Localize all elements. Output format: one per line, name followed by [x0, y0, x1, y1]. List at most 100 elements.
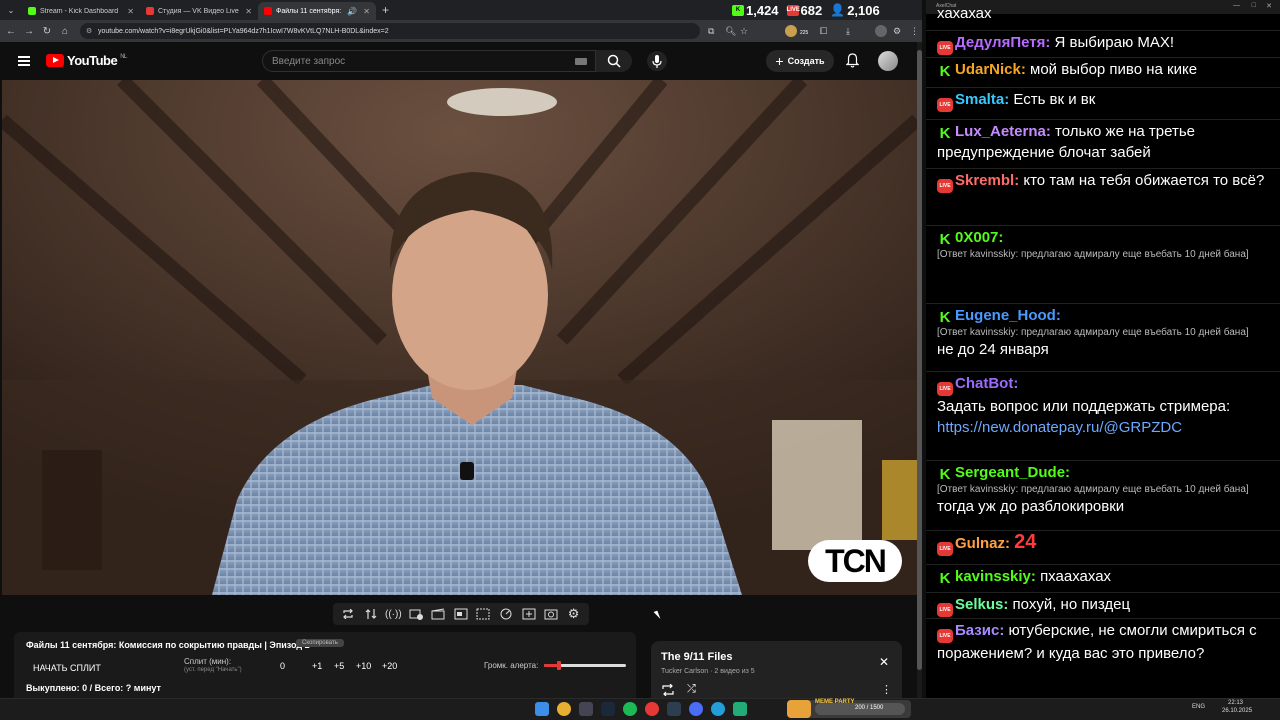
add-1-button[interactable]: +1 — [312, 661, 322, 671]
close-tab-icon[interactable]: ✕ — [127, 7, 134, 16]
chat-username[interactable]: UdarNick: — [955, 61, 1026, 78]
chat-username[interactable]: Lux_Aeterna: — [955, 123, 1051, 140]
chat-text: кто там на тебя обижается то всё? — [1023, 172, 1265, 189]
meme-party-widget[interactable]: MEME PARTY 200 / 1500 — [787, 699, 911, 718]
app-icon[interactable] — [667, 702, 681, 716]
chat-separator — [926, 530, 1280, 531]
tab-vk[interactable]: Студия — VK Видео Live ✕ — [140, 2, 258, 20]
explorer-icon[interactable] — [579, 702, 593, 716]
more-icon[interactable]: ⋮ — [881, 683, 892, 696]
video-settings-icon[interactable] — [409, 608, 423, 620]
profile-avatar[interactable] — [875, 25, 887, 37]
reload-icon[interactable]: ↻ — [40, 26, 54, 37]
download-icon[interactable]: ⤓ — [846, 26, 850, 37]
volume-slider[interactable] — [544, 661, 626, 670]
playlist-title[interactable]: The 9/11 Files — [661, 651, 733, 663]
screenshot-icon[interactable] — [544, 608, 558, 620]
chat-username[interactable]: Eugene_Hood: — [955, 307, 1061, 324]
keyboard-icon[interactable] — [575, 58, 587, 65]
telegram-icon[interactable] — [711, 702, 725, 716]
add-5-button[interactable]: +5 — [334, 661, 344, 671]
install-icon[interactable]: ⧉ — [708, 26, 714, 37]
chat-username[interactable]: kavinsskiy: — [955, 568, 1036, 585]
audio-icon[interactable]: 🔊 — [347, 7, 357, 16]
back-icon[interactable]: ← — [4, 26, 18, 37]
search-button[interactable] — [596, 50, 632, 72]
chrome-icon[interactable] — [557, 702, 571, 716]
account-avatar[interactable] — [878, 51, 898, 71]
pip-icon[interactable] — [454, 608, 468, 620]
clock-time[interactable]: 22:13 — [1228, 700, 1243, 706]
language-indicator[interactable]: ENG — [1192, 704, 1205, 710]
shuffle-icon[interactable]: ⤮ — [687, 683, 696, 696]
youtube-logo[interactable]: YouTube NL — [46, 53, 127, 68]
settings-icon[interactable]: ⚙ — [893, 26, 901, 37]
new-tab-button[interactable]: + — [382, 3, 389, 17]
url-field[interactable]: ⚙ youtube.com/watch?v=i8egrUkjGi0&list=P… — [80, 23, 700, 39]
add-10-button[interactable]: +10 — [356, 661, 371, 671]
puzzle-icon[interactable]: ⧠ — [820, 26, 827, 37]
clock-date[interactable]: 26.10.2025 — [1222, 708, 1252, 714]
chat-text: Есть вк и вк — [1013, 91, 1096, 108]
close-tab-icon[interactable]: ✕ — [245, 7, 252, 16]
zoom-icon[interactable]: 🔍︎ — [725, 26, 736, 37]
start-split-button[interactable]: НАЧАТЬ СПЛИТ — [28, 659, 106, 677]
scroll-thumb[interactable] — [917, 50, 922, 670]
tab-youtube[interactable]: Файлы 11 сентября: Комис 🔊 ✕ — [258, 2, 376, 20]
chat-separator — [926, 564, 1280, 565]
chat-username[interactable]: Smalta: — [955, 91, 1009, 108]
video-player[interactable]: TCN — [2, 80, 917, 595]
total-viewers-value: 2,106 — [847, 2, 880, 18]
create-button[interactable]: + Создать — [766, 50, 834, 72]
tab-kick[interactable]: Stream - Kick Dashboard ✕ — [22, 2, 140, 20]
chat-username[interactable]: Gulnaz: — [955, 535, 1010, 552]
hamburger-menu-icon[interactable] — [18, 56, 30, 66]
clapper-icon[interactable] — [431, 608, 445, 620]
sort-icon[interactable] — [364, 608, 378, 620]
forward-icon[interactable]: → — [22, 26, 36, 37]
sheets-icon[interactable] — [733, 702, 747, 716]
close-tab-icon[interactable]: ✕ — [363, 7, 370, 16]
speed-icon[interactable] — [499, 608, 513, 620]
split-value[interactable]: 0 — [280, 661, 285, 671]
voice-search-button[interactable] — [647, 51, 667, 71]
chat-username[interactable]: ДедуляПетя: — [955, 34, 1050, 51]
chat-username[interactable]: 0X007: — [955, 229, 1003, 246]
close-icon[interactable]: ✕ — [879, 655, 889, 669]
windows-start-icon[interactable] — [535, 702, 549, 716]
tab-search-icon[interactable]: ⌄ — [4, 3, 18, 17]
loop-icon[interactable] — [341, 608, 355, 620]
donate-link[interactable]: https://new.donatepay.ru/@GRPZDC — [937, 417, 1267, 438]
menu-icon[interactable]: ⋮ — [910, 26, 919, 37]
audio-wave-icon[interactable]: ((·)) — [385, 608, 402, 620]
steam-icon[interactable] — [601, 702, 615, 716]
kick-badge-icon: K — [939, 309, 951, 326]
page-scrollbar[interactable] — [917, 42, 922, 698]
chat-username[interactable]: Базис: — [955, 622, 1004, 639]
add-clip-icon[interactable] — [522, 608, 536, 620]
player-icon[interactable] — [689, 702, 703, 716]
users-icon: 👤 — [830, 3, 846, 17]
kick-viewers-value: 1,424 — [746, 2, 779, 18]
extension-icon[interactable] — [785, 25, 797, 37]
close-window-icon[interactable]: ✕ — [1266, 2, 1272, 10]
film-icon[interactable] — [476, 608, 490, 620]
notifications-icon[interactable] — [845, 53, 860, 73]
search-input[interactable]: Введите запрос — [262, 50, 596, 72]
site-info-icon[interactable]: ⚙ — [86, 27, 92, 35]
obs-icon[interactable] — [645, 702, 659, 716]
copy-button[interactable]: Скопировать — [296, 639, 344, 647]
chat-username[interactable]: Skrembl: — [955, 172, 1019, 189]
add-20-button[interactable]: +20 — [382, 661, 397, 671]
spotify-icon[interactable] — [623, 702, 637, 716]
total-viewers: 👤 2,106 — [830, 3, 880, 18]
gear-icon[interactable]: ⚙ — [567, 606, 581, 621]
volume-knob[interactable] — [556, 661, 561, 670]
browser-window: ⌄ Stream - Kick Dashboard ✕ Студия — VK … — [0, 0, 922, 698]
chat-username[interactable]: Sergeant_Dude: — [955, 464, 1070, 481]
chat-username[interactable]: ChatBot: — [955, 375, 1018, 392]
chat-username[interactable]: Selkus: — [955, 596, 1008, 613]
star-icon[interactable]: ☆ — [740, 26, 748, 37]
home-icon[interactable]: ⌂ — [58, 26, 72, 37]
chat-text: хахахах — [937, 5, 992, 22]
